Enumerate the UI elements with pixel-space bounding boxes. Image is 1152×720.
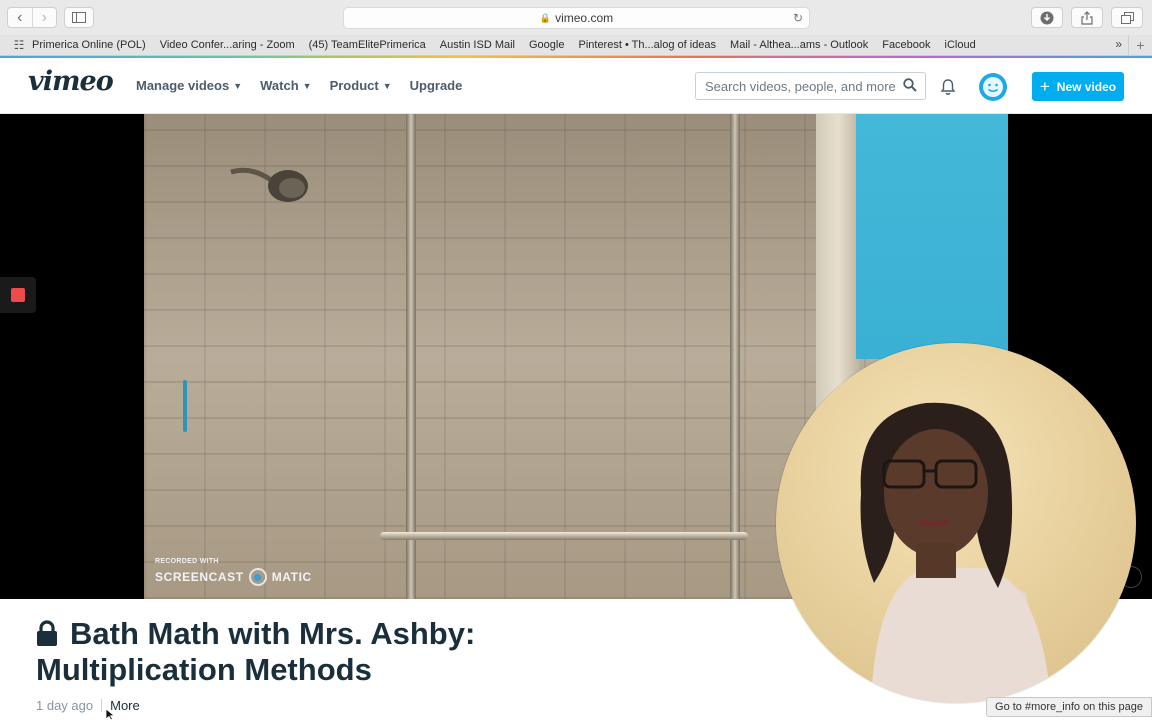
- share-icon[interactable]: [1071, 7, 1103, 28]
- main-nav: Manage videos ▼ Watch ▼ Product ▼ Upgrad…: [136, 78, 480, 93]
- new-tab-icon[interactable]: +: [1128, 35, 1152, 55]
- browser-nav-buttons: ‹ ›: [7, 7, 57, 28]
- tabs-overview-icon[interactable]: [1111, 7, 1143, 28]
- bookmark-item[interactable]: Pinterest • Th...alog of ideas: [578, 39, 716, 51]
- bookmark-item[interactable]: (45) TeamElitePrimerica: [309, 39, 426, 51]
- bell-icon[interactable]: [939, 78, 957, 96]
- grid-icon[interactable]: ☷: [6, 38, 32, 52]
- nav-manage-videos[interactable]: Manage videos ▼: [136, 78, 242, 93]
- presenter-image: [860, 402, 1051, 703]
- status-bar-tooltip: Go to #more_info on this page: [986, 697, 1152, 717]
- bookmark-item[interactable]: Video Confer...aring - Zoom: [160, 39, 295, 51]
- divider: [101, 699, 103, 712]
- address-text: vimeo.com: [555, 11, 614, 25]
- video-title: Bath Math with Mrs. Ashby: Multiplicatio…: [36, 616, 596, 688]
- toothbrush-image: [183, 380, 187, 432]
- downloads-icon[interactable]: [1031, 7, 1063, 28]
- video-title-text: Bath Math with Mrs. Ashby: Multiplicatio…: [36, 616, 476, 687]
- glass-frame: [406, 114, 416, 599]
- address-bar[interactable]: 🔒 vimeo.com ↻: [343, 7, 810, 29]
- video-meta: 1 day ago More: [36, 698, 140, 713]
- smiley-icon: [983, 77, 1003, 97]
- plus-icon: +: [1039, 76, 1050, 96]
- record-stop-button[interactable]: [0, 277, 36, 313]
- bookmark-item[interactable]: Primerica Online (POL): [32, 39, 146, 51]
- chevron-down-icon: ▼: [382, 80, 392, 91]
- search-icon[interactable]: [903, 78, 917, 92]
- posted-time: 1 day ago: [36, 698, 94, 713]
- chevron-down-icon: ▼: [233, 80, 243, 91]
- back-icon[interactable]: ‹: [8, 8, 32, 27]
- reload-icon[interactable]: ↻: [793, 11, 803, 25]
- lock-icon: [37, 620, 57, 646]
- nav-label: Product: [329, 78, 379, 93]
- showerhead-image: [230, 167, 308, 202]
- mouse-cursor-icon: [106, 709, 116, 720]
- search-placeholder: Search videos, people, and more: [705, 78, 896, 94]
- search-input[interactable]: Search videos, people, and more: [695, 72, 926, 100]
- nav-label: Upgrade: [409, 78, 463, 93]
- watermark-left: SCREENCAST: [155, 570, 244, 584]
- bookmark-item[interactable]: Austin ISD Mail: [440, 39, 515, 51]
- browser-toolbar: ‹ › 🔒 vimeo.com ↻: [0, 0, 1152, 35]
- more-bookmarks-icon[interactable]: »: [1115, 37, 1122, 51]
- bookmarks-bar: ☷ Primerica Online (POL) Video Confer...…: [0, 35, 1152, 56]
- blue-wall: [856, 114, 1008, 359]
- screencast-logo-icon: [248, 568, 267, 586]
- vimeo-logo[interactable]: vimeo: [28, 66, 114, 97]
- towel-bar: [380, 532, 748, 540]
- nav-watch[interactable]: Watch ▼: [260, 78, 311, 93]
- lock-icon: 🔒: [539, 12, 552, 23]
- bookmark-item[interactable]: Facebook: [882, 39, 930, 51]
- nav-upgrade[interactable]: Upgrade: [410, 78, 463, 93]
- bookmark-item[interactable]: iCloud: [945, 39, 976, 51]
- sidebar-toggle-icon[interactable]: [64, 7, 94, 28]
- screencast-watermark: RECORDED WITH SCREENCAST MATIC: [155, 558, 312, 586]
- bookmark-item[interactable]: Mail - Althea...ams - Outlook: [730, 39, 868, 51]
- watermark-right: MATIC: [271, 570, 312, 584]
- glass-frame: [730, 114, 740, 599]
- webcam-overlay: [776, 343, 1136, 703]
- avatar[interactable]: [979, 73, 1007, 101]
- nav-label: Watch: [260, 78, 299, 93]
- new-video-button[interactable]: + New video: [1032, 72, 1124, 101]
- nav-product[interactable]: Product ▼: [330, 78, 392, 93]
- vimeo-header: vimeo Manage videos ▼ Watch ▼ Product ▼ …: [0, 58, 1152, 114]
- watermark-caption: RECORDED WITH: [155, 558, 219, 565]
- chevron-down-icon: ▼: [302, 80, 312, 91]
- bookmark-item[interactable]: Google: [529, 39, 564, 51]
- nav-label: Manage videos: [136, 78, 230, 93]
- forward-icon[interactable]: ›: [31, 8, 57, 27]
- new-video-label: New video: [1056, 79, 1117, 94]
- stop-icon: [11, 288, 25, 302]
